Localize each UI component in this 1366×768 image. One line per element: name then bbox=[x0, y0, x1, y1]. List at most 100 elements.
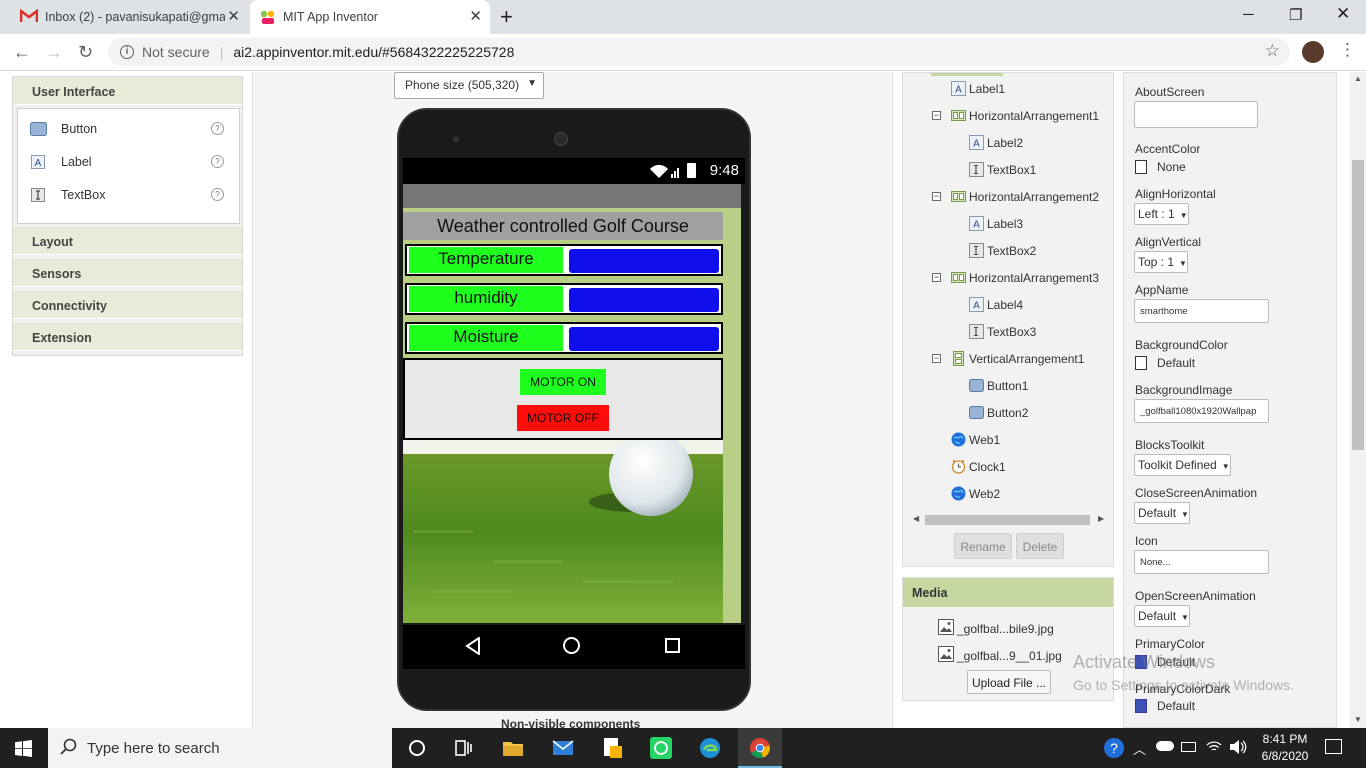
wifi-tray-icon[interactable] bbox=[1206, 739, 1222, 758]
scrollbar-thumb[interactable] bbox=[1352, 160, 1364, 450]
horizontal-arrangement-3[interactable]: Moisture bbox=[405, 322, 723, 354]
help-icon[interactable]: ? bbox=[1102, 736, 1126, 760]
palette-item-textbox[interactable]: TextBox ? bbox=[18, 178, 239, 211]
taskbar-search-box[interactable]: Type here to search bbox=[48, 728, 392, 768]
label4[interactable]: Moisture bbox=[409, 325, 563, 351]
volume-icon[interactable] bbox=[1229, 739, 1247, 758]
collapse-toggle-icon[interactable]: − bbox=[932, 354, 941, 363]
delete-button[interactable]: Delete bbox=[1016, 533, 1064, 559]
label1[interactable]: Weather controlled Golf Course bbox=[403, 212, 723, 240]
chrome-taskbar-active[interactable] bbox=[738, 728, 782, 768]
notifications-icon[interactable] bbox=[1325, 739, 1342, 754]
collapse-toggle-icon[interactable]: − bbox=[932, 273, 941, 282]
palette-section-extension[interactable]: Extension bbox=[13, 323, 242, 351]
component-tree-item[interactable]: A Label1 bbox=[951, 81, 1005, 96]
component-tree-item[interactable]: TextBox3 bbox=[969, 324, 1036, 339]
component-tree-item[interactable]: A Label4 bbox=[969, 297, 1023, 312]
media-file[interactable]: _golfbal...9__01.jpg bbox=[938, 646, 1062, 665]
background-image-input[interactable]: _golfball1080x1920Wallpap bbox=[1134, 399, 1269, 423]
palette-section-layout[interactable]: Layout bbox=[13, 227, 242, 255]
component-tree-item[interactable]: Clock1 bbox=[951, 459, 1006, 474]
windows-start-icon[interactable] bbox=[15, 740, 32, 760]
minimize-icon[interactable]: ─ bbox=[1243, 6, 1254, 23]
component-tree-item[interactable]: Button1 bbox=[969, 378, 1028, 393]
rename-button[interactable]: Rename bbox=[954, 533, 1012, 559]
battery-tray-icon[interactable] bbox=[1181, 742, 1196, 752]
horizontal-arrangement-2[interactable]: humidity bbox=[405, 283, 723, 315]
forward-icon[interactable]: → bbox=[45, 42, 63, 62]
tab-app-inventor[interactable]: MIT App Inventor ✕ bbox=[250, 0, 490, 34]
onedrive-icon[interactable] bbox=[1156, 741, 1174, 751]
motor-off-button[interactable]: MOTOR OFF bbox=[517, 405, 609, 431]
maximize-icon[interactable]: ❐ bbox=[1289, 6, 1302, 24]
component-tree-item[interactable]: TextBox2 bbox=[969, 243, 1036, 258]
palette-item-button[interactable]: Button ? bbox=[18, 112, 239, 145]
palette-section-user-interface[interactable]: User Interface bbox=[13, 77, 242, 105]
mail-icon[interactable] bbox=[551, 736, 575, 760]
office-app-icon[interactable] bbox=[600, 736, 624, 760]
align-horizontal-select[interactable]: Left : 1 ▼ bbox=[1134, 203, 1189, 225]
close-window-icon[interactable]: ✕ bbox=[1336, 4, 1350, 24]
vertical-arrangement-1[interactable]: MOTOR ON MOTOR OFF bbox=[403, 358, 723, 440]
open-screen-animation-select[interactable]: Default ▼ bbox=[1134, 605, 1190, 627]
component-tree-item[interactable]: Web1 bbox=[951, 432, 1000, 447]
component-tree-item[interactable]: VerticalArrangement1 bbox=[951, 351, 1084, 366]
palette-item-label[interactable]: A Label ? bbox=[18, 145, 239, 178]
background-color-picker[interactable]: Default bbox=[1135, 356, 1195, 370]
component-tree-item[interactable]: HorizontalArrangement3 bbox=[951, 270, 1099, 285]
reload-icon[interactable]: ↻ bbox=[78, 42, 93, 62]
motor-on-button[interactable]: MOTOR ON bbox=[520, 369, 606, 395]
horizontal-arrangement-1[interactable]: Temperature bbox=[405, 244, 723, 276]
tree-horizontal-scrollbar[interactable]: ◀ ▶ bbox=[913, 513, 1104, 527]
component-tree-item[interactable]: HorizontalArrangement2 bbox=[951, 189, 1099, 204]
tray-clock[interactable]: 8:41 PM 6/8/2020 bbox=[1259, 731, 1311, 765]
task-view-icon[interactable] bbox=[452, 736, 476, 760]
media-file[interactable]: _golfbal...bile9.jpg bbox=[938, 619, 1054, 638]
about-screen-textarea[interactable] bbox=[1134, 101, 1258, 128]
omnibox[interactable]: i Not secure | ai2.appinventor.mit.edu/#… bbox=[108, 38, 1290, 66]
help-icon[interactable]: ? bbox=[211, 188, 224, 201]
component-tree-item[interactable]: Button2 bbox=[969, 405, 1028, 420]
bookmark-star-icon[interactable]: ☆ bbox=[1265, 41, 1280, 61]
collapse-toggle-icon[interactable]: − bbox=[932, 192, 941, 201]
tray-chevron-up-icon[interactable]: ︿ bbox=[1133, 739, 1146, 758]
scroll-down-icon[interactable]: ▼ bbox=[1354, 715, 1362, 724]
collapse-toggle-icon[interactable]: − bbox=[932, 111, 941, 120]
scroll-left-icon[interactable]: ◀ bbox=[913, 514, 919, 523]
whatsapp-icon[interactable] bbox=[649, 736, 673, 760]
tab-inbox[interactable]: Inbox (2) - pavanisukapati@gmail.com ✕ bbox=[8, 0, 248, 34]
upload-file-button[interactable]: Upload File ... bbox=[967, 670, 1051, 694]
help-icon[interactable]: ? bbox=[211, 155, 224, 168]
close-tab-icon[interactable]: ✕ bbox=[227, 9, 240, 25]
textbox3[interactable] bbox=[569, 327, 719, 351]
profile-avatar[interactable] bbox=[1302, 41, 1324, 63]
help-icon[interactable]: ? bbox=[211, 122, 224, 135]
component-tree-item[interactable]: TextBox1 bbox=[969, 162, 1036, 177]
app-name-input[interactable]: smarthome bbox=[1134, 299, 1269, 323]
new-tab-icon[interactable]: + bbox=[500, 4, 513, 30]
scrollbar-thumb[interactable] bbox=[925, 515, 1090, 525]
label3[interactable]: humidity bbox=[409, 286, 563, 312]
back-icon[interactable]: ← bbox=[13, 42, 31, 62]
page-vertical-scrollbar[interactable]: ▲ ▼ bbox=[1350, 72, 1366, 728]
scroll-up-icon[interactable]: ▲ bbox=[1354, 74, 1362, 83]
component-tree-item[interactable]: Web2 bbox=[951, 486, 1000, 501]
align-vertical-select[interactable]: Top : 1 ▼ bbox=[1134, 251, 1188, 273]
component-tree-item[interactable]: A Label3 bbox=[969, 216, 1023, 231]
edge-icon[interactable] bbox=[698, 736, 722, 760]
textbox1[interactable] bbox=[569, 249, 719, 273]
screen1-canvas[interactable]: Weather controlled Golf Course Temperatu… bbox=[403, 208, 741, 623]
menu-kebab-icon[interactable]: ⋮ bbox=[1339, 40, 1356, 60]
phone-size-select[interactable]: Phone size (505,320) ▼ bbox=[394, 72, 544, 99]
primary-color-dark-picker[interactable]: Default bbox=[1135, 699, 1195, 713]
palette-section-connectivity[interactable]: Connectivity bbox=[13, 291, 242, 319]
blocks-toolkit-select[interactable]: Toolkit Defined ▼ bbox=[1134, 454, 1231, 476]
scroll-right-icon[interactable]: ▶ bbox=[1098, 514, 1104, 523]
icon-input[interactable]: None... bbox=[1134, 550, 1269, 574]
palette-section-sensors[interactable]: Sensors bbox=[13, 259, 242, 287]
info-icon[interactable]: i bbox=[120, 45, 134, 59]
label2[interactable]: Temperature bbox=[409, 247, 563, 273]
component-tree-item[interactable]: A Label2 bbox=[969, 135, 1023, 150]
cortana-icon[interactable] bbox=[405, 736, 429, 760]
component-tree-item[interactable]: HorizontalArrangement1 bbox=[951, 108, 1099, 123]
